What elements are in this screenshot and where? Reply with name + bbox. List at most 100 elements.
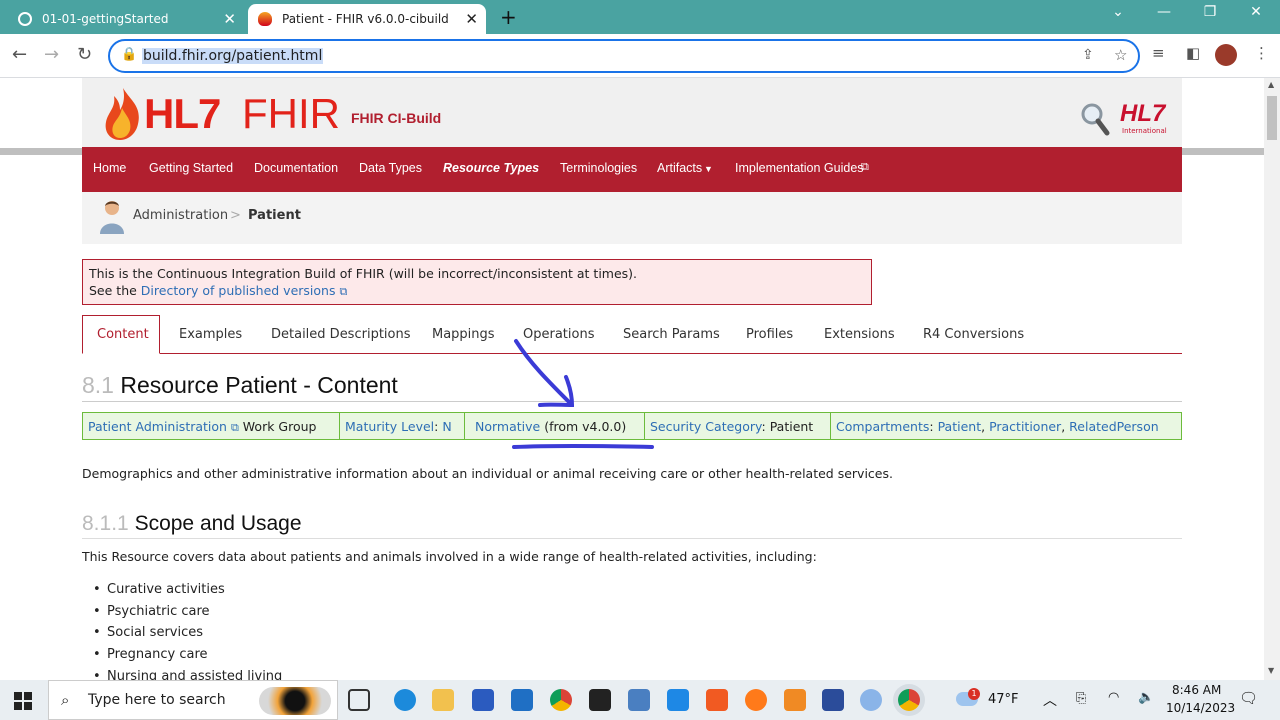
device-icon[interactable]: ⎘ (1076, 691, 1086, 706)
page-scrollbar[interactable]: ▲ ▼ (1264, 78, 1280, 680)
profile-avatar[interactable] (1215, 44, 1237, 66)
menu-terminologies[interactable]: Terminologies (560, 161, 637, 175)
file-explorer-icon[interactable] (432, 689, 454, 711)
chrome-icon[interactable] (550, 689, 572, 711)
list-item: Social services (93, 622, 282, 644)
notice-line-1: This is the Continuous Integration Build… (89, 266, 638, 281)
reload-icon[interactable]: ↻ (77, 44, 92, 65)
menu-documentation[interactable]: Documentation (254, 161, 338, 175)
weather-temp[interactable]: 47°F (988, 692, 1019, 707)
patient-person-icon (100, 201, 124, 234)
scroll-down-icon[interactable]: ▼ (1268, 666, 1274, 675)
clock-date[interactable]: 10/14/2023 (1166, 701, 1235, 715)
lock-icon: 🔒 (121, 47, 138, 62)
web-page: HL7 FHIR FHIR CI-Build HL7 International… (0, 78, 1264, 680)
tab-r4-conversions[interactable]: R4 Conversions (923, 327, 1024, 342)
menu-home[interactable]: Home (93, 161, 126, 175)
section-heading: 8.1.1 Scope and Usage (82, 512, 302, 536)
minimize-button[interactable]: — (1146, 4, 1182, 20)
scope-list: Curative activities Psychiatric care Soc… (93, 579, 282, 680)
terminal-icon[interactable] (589, 689, 611, 711)
notification-icon[interactable]: 🗨 (1239, 689, 1258, 707)
maturity-level-link[interactable]: Maturity Level (345, 419, 434, 434)
workgroup-link[interactable]: Patient Administration (88, 419, 227, 434)
menu-getting-started[interactable]: Getting Started (149, 161, 233, 175)
firefox-icon[interactable] (745, 689, 767, 711)
tab-search-icon[interactable]: ⌄ (1100, 4, 1136, 20)
site-nav-menu: Home Getting Started Documentation Data … (82, 147, 1182, 192)
scrollbar-thumb[interactable] (1267, 96, 1277, 140)
fhir-logo-text: FHIR (242, 90, 340, 137)
caret-down-icon: ▼ (704, 164, 713, 174)
chrome-profile-icon[interactable] (898, 689, 920, 711)
browser-tab-strip: 01-01-gettingStarted ✕ Patient - FHIR v6… (0, 0, 1280, 34)
reading-list-icon[interactable]: ≡ (1152, 44, 1165, 62)
workgroup-cell: Patient Administration ⧉ Work Group (83, 413, 340, 439)
close-icon[interactable]: ✕ (223, 10, 236, 28)
tab-detailed-descriptions[interactable]: Detailed Descriptions (271, 327, 411, 342)
clock-time[interactable]: 8:46 AM (1172, 683, 1221, 697)
python-icon[interactable] (628, 689, 650, 711)
browser-tab-patient[interactable]: Patient - FHIR v6.0.0-cibuild ✕ (248, 4, 486, 34)
app-d-icon[interactable] (860, 689, 882, 711)
sublime-icon[interactable] (784, 689, 806, 711)
tab-profiles[interactable]: Profiles (746, 327, 793, 342)
browser-tab-gettingstarted[interactable]: 01-01-gettingStarted ✕ (8, 4, 244, 34)
breadcrumb-separator: > (230, 208, 241, 223)
url-text[interactable]: build.fhir.org/patient.html (142, 48, 324, 64)
side-panel-icon[interactable]: ◧ (1186, 44, 1200, 62)
tab-examples[interactable]: Examples (179, 327, 242, 342)
compartment-patient-link[interactable]: Patient (938, 419, 982, 434)
brave-icon[interactable] (706, 689, 728, 711)
taskbar-search-box[interactable]: ⌕ Type here to search (48, 680, 338, 720)
scroll-up-icon[interactable]: ▲ (1268, 80, 1274, 89)
back-arrow-icon[interactable]: ← (12, 44, 27, 65)
search-highlight-image (259, 687, 331, 715)
tab-content[interactable]: Content (82, 315, 160, 354)
menu-data-types[interactable]: Data Types (359, 161, 422, 175)
close-window-button[interactable]: ✕ (1238, 4, 1274, 20)
scope-intro: This Resource covers data about patients… (82, 549, 817, 564)
hl7-logo-text: HL7 (144, 90, 221, 137)
menu-resource-types[interactable]: Resource Types (443, 161, 539, 175)
notice-line-2: See the Directory of published versions … (89, 282, 865, 300)
ci-build-label: FHIR CI-Build (351, 110, 442, 126)
compartment-practitioner-link[interactable]: Practitioner (989, 419, 1061, 434)
chevron-up-icon[interactable]: ︿ (1043, 690, 1057, 710)
edge-icon[interactable] (394, 689, 416, 711)
search-magnifier-icon[interactable] (1080, 102, 1110, 136)
mail-icon[interactable] (511, 689, 533, 711)
list-item: Psychiatric care (93, 601, 282, 623)
bookmark-star-icon[interactable]: ☆ (1114, 46, 1127, 64)
breadcrumb-administration[interactable]: Administration (133, 208, 228, 223)
restore-button[interactable]: ❐ (1192, 4, 1228, 20)
title-text: Resource Patient - Content (120, 372, 398, 398)
tab-title: Patient - FHIR v6.0.0-cibuild (282, 12, 449, 26)
vscode-icon[interactable] (667, 689, 689, 711)
forward-arrow-icon[interactable]: → (44, 44, 59, 65)
volume-icon[interactable]: 🔈 (1138, 690, 1154, 705)
share-icon[interactable]: ⇪ (1082, 47, 1094, 63)
wifi-icon[interactable]: ◠ (1108, 690, 1119, 705)
published-versions-link[interactable]: Directory of published versions (141, 283, 336, 298)
weather-badge: 1 (968, 688, 980, 700)
maturity-cell: Maturity Level: N (340, 413, 465, 439)
address-bar[interactable]: 🔒 build.fhir.org/patient.html ⇪ ☆ (108, 39, 1140, 73)
close-icon[interactable]: ✕ (465, 10, 478, 28)
menu-implementation-guides[interactable]: Implementation Guides (735, 161, 864, 175)
powershell-icon[interactable] (822, 689, 844, 711)
tab-title: 01-01-gettingStarted (42, 12, 169, 26)
ci-build-notice: This is the Continuous Integration Build… (82, 259, 872, 305)
tab-extensions[interactable]: Extensions (824, 327, 895, 342)
compartments-link[interactable]: Compartments (836, 419, 929, 434)
tab-mappings[interactable]: Mappings (432, 327, 495, 342)
new-tab-button[interactable]: + (500, 5, 517, 29)
task-view-icon[interactable] (348, 689, 370, 711)
compartment-relatedperson-link[interactable]: RelatedPerson (1069, 419, 1158, 434)
store-icon[interactable] (472, 689, 494, 711)
menu-kebab-icon[interactable]: ⋮ (1254, 44, 1269, 62)
windows-start-icon[interactable] (14, 692, 32, 710)
menu-artifacts[interactable]: Artifacts (657, 161, 702, 175)
workgroup-suffix: Work Group (242, 419, 317, 434)
section-number: 8.1 (82, 372, 114, 398)
